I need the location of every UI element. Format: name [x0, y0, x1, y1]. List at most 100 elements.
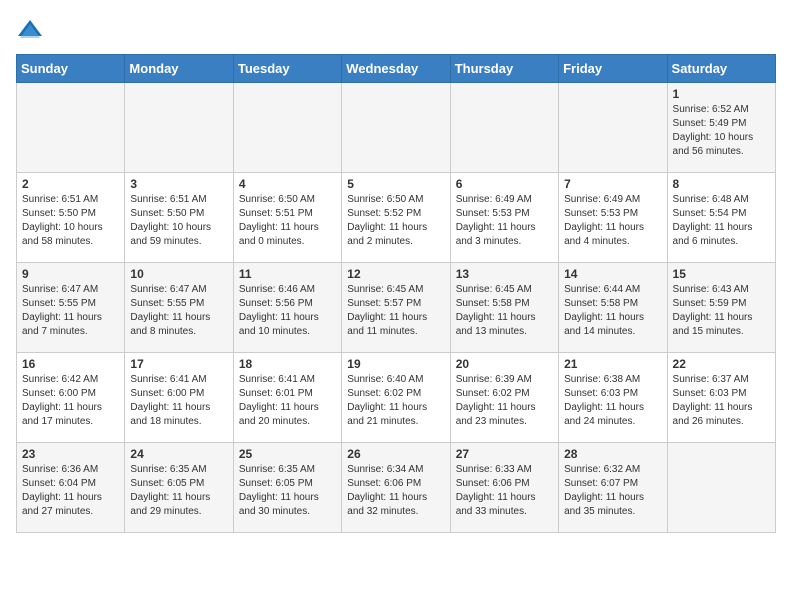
week-row-1: 1Sunrise: 6:52 AM Sunset: 5:49 PM Daylig…: [17, 83, 776, 173]
day-number: 17: [130, 357, 227, 371]
day-info: Sunrise: 6:35 AM Sunset: 6:05 PM Dayligh…: [130, 463, 227, 519]
day-info: Sunrise: 6:41 AM Sunset: 6:00 PM Dayligh…: [130, 373, 227, 429]
day-info: Sunrise: 6:47 AM Sunset: 5:55 PM Dayligh…: [22, 283, 119, 339]
calendar-cell: 20 Sunrise: 6:39 AM Sunset: 6:02 PM Dayli…: [450, 353, 558, 443]
calendar-cell: 10 Sunrise: 6:47 AM Sunset: 5:55 PM Dayli…: [125, 263, 233, 353]
day-info: Sunrise: 6:51 AM Sunset: 5:50 PM Dayligh…: [22, 193, 119, 249]
calendar-cell: [342, 83, 450, 173]
col-header-thursday: Thursday: [450, 55, 558, 83]
day-info: Sunrise: 6:50 AM Sunset: 5:52 PM Dayligh…: [347, 193, 444, 249]
day-number: 15: [673, 267, 770, 281]
day-info: Sunrise: 6:47 AM Sunset: 5:55 PM Dayligh…: [130, 283, 227, 339]
day-info: Sunrise: 6:39 AM Sunset: 6:02 PM Dayligh…: [456, 373, 553, 429]
day-info: Sunrise: 6:49 AM Sunset: 5:53 PM Dayligh…: [564, 193, 661, 249]
day-info: Sunrise: 6:52 AM Sunset: 5:49 PM Dayligh…: [673, 103, 770, 159]
day-info: Sunrise: 6:48 AM Sunset: 5:54 PM Dayligh…: [673, 193, 770, 249]
week-row-2: 2 Sunrise: 6:51 AM Sunset: 5:50 PM Daylig…: [17, 173, 776, 263]
calendar-cell: [450, 83, 558, 173]
day-number: 13: [456, 267, 553, 281]
calendar-cell: 16 Sunrise: 6:42 AM Sunset: 6:00 PM Dayli…: [17, 353, 125, 443]
day-number: 3: [130, 177, 227, 191]
calendar-cell: 8 Sunrise: 6:48 AM Sunset: 5:54 PM Daylig…: [667, 173, 775, 263]
col-header-tuesday: Tuesday: [233, 55, 341, 83]
calendar-cell: [233, 83, 341, 173]
day-info: Sunrise: 6:42 AM Sunset: 6:00 PM Dayligh…: [22, 373, 119, 429]
week-row-5: 23Sunrise: 6:36 AM Sunset: 6:04 PM Dayli…: [17, 443, 776, 533]
day-number: 18: [239, 357, 336, 371]
calendar-cell: [17, 83, 125, 173]
day-number: 26: [347, 447, 444, 461]
calendar-cell: 17 Sunrise: 6:41 AM Sunset: 6:00 PM Dayli…: [125, 353, 233, 443]
calendar-cell: 13 Sunrise: 6:45 AM Sunset: 5:58 PM Dayli…: [450, 263, 558, 353]
day-number: 7: [564, 177, 661, 191]
calendar-cell: 26 Sunrise: 6:34 AM Sunset: 6:06 PM Dayli…: [342, 443, 450, 533]
logo: [16, 16, 48, 44]
calendar-cell: 23Sunrise: 6:36 AM Sunset: 6:04 PM Dayli…: [17, 443, 125, 533]
day-number: 16: [22, 357, 119, 371]
calendar-cell: 24 Sunrise: 6:35 AM Sunset: 6:05 PM Dayli…: [125, 443, 233, 533]
calendar-cell: 14 Sunrise: 6:44 AM Sunset: 5:58 PM Dayli…: [559, 263, 667, 353]
calendar-cell: 5Sunrise: 6:50 AM Sunset: 5:52 PM Daylig…: [342, 173, 450, 263]
day-info: Sunrise: 6:46 AM Sunset: 5:56 PM Dayligh…: [239, 283, 336, 339]
day-number: 10: [130, 267, 227, 281]
day-info: Sunrise: 6:38 AM Sunset: 6:03 PM Dayligh…: [564, 373, 661, 429]
day-number: 19: [347, 357, 444, 371]
calendar-cell: 21 Sunrise: 6:38 AM Sunset: 6:03 PM Dayli…: [559, 353, 667, 443]
calendar-cell: 4Sunrise: 6:50 AM Sunset: 5:51 PM Daylig…: [233, 173, 341, 263]
day-number: 12: [347, 267, 444, 281]
day-number: 21: [564, 357, 661, 371]
day-info: Sunrise: 6:43 AM Sunset: 5:59 PM Dayligh…: [673, 283, 770, 339]
day-number: 24: [130, 447, 227, 461]
day-number: 25: [239, 447, 336, 461]
day-info: Sunrise: 6:32 AM Sunset: 6:07 PM Dayligh…: [564, 463, 661, 519]
day-info: Sunrise: 6:45 AM Sunset: 5:57 PM Dayligh…: [347, 283, 444, 339]
day-number: 28: [564, 447, 661, 461]
day-info: Sunrise: 6:40 AM Sunset: 6:02 PM Dayligh…: [347, 373, 444, 429]
day-number: 20: [456, 357, 553, 371]
day-info: Sunrise: 6:44 AM Sunset: 5:58 PM Dayligh…: [564, 283, 661, 339]
day-number: 8: [673, 177, 770, 191]
day-number: 2: [22, 177, 119, 191]
day-number: 11: [239, 267, 336, 281]
week-row-4: 16 Sunrise: 6:42 AM Sunset: 6:00 PM Dayli…: [17, 353, 776, 443]
calendar-cell: 15 Sunrise: 6:43 AM Sunset: 5:59 PM Dayli…: [667, 263, 775, 353]
day-info: Sunrise: 6:41 AM Sunset: 6:01 PM Dayligh…: [239, 373, 336, 429]
calendar-cell: 27 Sunrise: 6:33 AM Sunset: 6:06 PM Dayli…: [450, 443, 558, 533]
calendar-cell: 22 Sunrise: 6:37 AM Sunset: 6:03 PM Dayli…: [667, 353, 775, 443]
calendar-cell: 1Sunrise: 6:52 AM Sunset: 5:49 PM Daylig…: [667, 83, 775, 173]
calendar-cell: 6Sunrise: 6:49 AM Sunset: 5:53 PM Daylig…: [450, 173, 558, 263]
calendar-cell: [559, 83, 667, 173]
calendar-cell: 25 Sunrise: 6:35 AM Sunset: 6:05 PM Dayli…: [233, 443, 341, 533]
col-header-sunday: Sunday: [17, 55, 125, 83]
day-number: 23: [22, 447, 119, 461]
calendar-cell: [667, 443, 775, 533]
calendar-cell: 18 Sunrise: 6:41 AM Sunset: 6:01 PM Dayli…: [233, 353, 341, 443]
calendar-cell: 3 Sunrise: 6:51 AM Sunset: 5:50 PM Daylig…: [125, 173, 233, 263]
day-info: Sunrise: 6:45 AM Sunset: 5:58 PM Dayligh…: [456, 283, 553, 339]
calendar-cell: 12 Sunrise: 6:45 AM Sunset: 5:57 PM Dayli…: [342, 263, 450, 353]
day-info: Sunrise: 6:37 AM Sunset: 6:03 PM Dayligh…: [673, 373, 770, 429]
col-header-saturday: Saturday: [667, 55, 775, 83]
day-info: Sunrise: 6:51 AM Sunset: 5:50 PM Dayligh…: [130, 193, 227, 249]
week-row-3: 9 Sunrise: 6:47 AM Sunset: 5:55 PM Daylig…: [17, 263, 776, 353]
calendar-table: SundayMondayTuesdayWednesdayThursdayFrid…: [16, 54, 776, 533]
day-number: 22: [673, 357, 770, 371]
col-header-friday: Friday: [559, 55, 667, 83]
calendar-cell: 19 Sunrise: 6:40 AM Sunset: 6:02 PM Dayli…: [342, 353, 450, 443]
calendar-cell: [125, 83, 233, 173]
day-number: 4: [239, 177, 336, 191]
day-number: 9: [22, 267, 119, 281]
calendar-cell: 28 Sunrise: 6:32 AM Sunset: 6:07 PM Dayli…: [559, 443, 667, 533]
col-header-monday: Monday: [125, 55, 233, 83]
col-header-wednesday: Wednesday: [342, 55, 450, 83]
calendar-cell: 2 Sunrise: 6:51 AM Sunset: 5:50 PM Daylig…: [17, 173, 125, 263]
day-info: Sunrise: 6:34 AM Sunset: 6:06 PM Dayligh…: [347, 463, 444, 519]
day-info: Sunrise: 6:33 AM Sunset: 6:06 PM Dayligh…: [456, 463, 553, 519]
day-info: Sunrise: 6:35 AM Sunset: 6:05 PM Dayligh…: [239, 463, 336, 519]
day-number: 27: [456, 447, 553, 461]
page-header: [16, 16, 776, 44]
day-number: 14: [564, 267, 661, 281]
calendar-cell: 9 Sunrise: 6:47 AM Sunset: 5:55 PM Daylig…: [17, 263, 125, 353]
calendar-cell: 11 Sunrise: 6:46 AM Sunset: 5:56 PM Dayli…: [233, 263, 341, 353]
calendar-cell: 7 Sunrise: 6:49 AM Sunset: 5:53 PM Daylig…: [559, 173, 667, 263]
